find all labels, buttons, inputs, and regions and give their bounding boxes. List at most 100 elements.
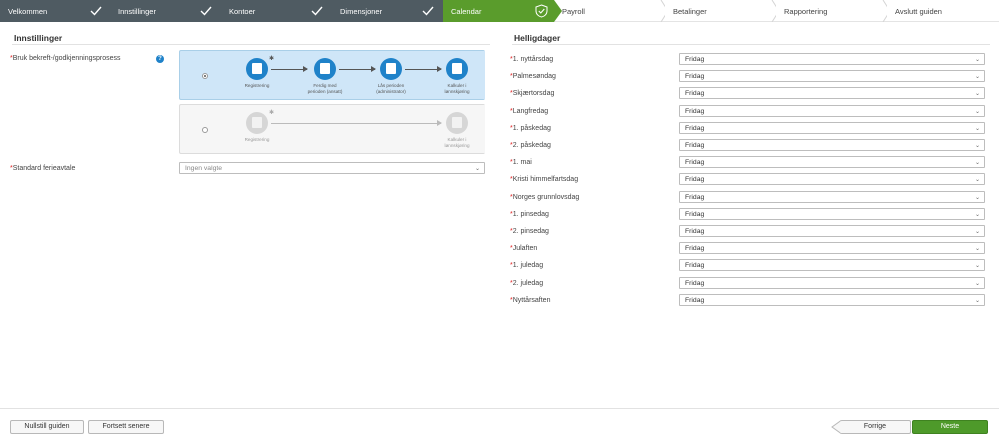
wizard-step-bar: Velkommen Innstillinger Kontoer Dimensjo… <box>0 0 999 22</box>
check-icon <box>311 6 323 16</box>
back-button[interactable]: Forrige <box>840 420 911 434</box>
chevron-down-icon: ⌄ <box>974 177 980 184</box>
holiday-select-value: Fridag <box>685 262 705 270</box>
holiday-select-value: Fridag <box>685 245 705 253</box>
chevron-down-icon: ⌄ <box>974 194 980 201</box>
check-icon <box>90 6 102 16</box>
chevron-down-icon: ⌄ <box>474 166 480 172</box>
holiday-type-select[interactable]: Fridag ⌄ <box>679 173 985 186</box>
continue-later-button[interactable]: Fortsett senere <box>88 420 164 434</box>
approval-option-full[interactable]: ✱ Registrering Ferdig med perioden (ansa… <box>179 50 485 100</box>
check-icon <box>200 6 212 16</box>
chevron-down-icon: ⌄ <box>974 91 980 98</box>
holiday-label: *Julaften <box>510 245 538 253</box>
holiday-label: *Skjærtorsdag <box>510 90 555 98</box>
holiday-select-value: Fridag <box>685 193 705 201</box>
holiday-label: *2. pinsedag <box>510 228 549 235</box>
footer-bar: Nullstill guiden Fortsett senere Forrige… <box>0 408 999 442</box>
step-label: Kontoer <box>229 7 256 16</box>
holiday-type-select[interactable]: Fridag ⌄ <box>679 139 985 151</box>
holiday-type-select[interactable]: Fridag ⌄ <box>679 70 985 83</box>
calendar-icon <box>246 112 268 134</box>
step-label: Avslutt guiden <box>895 7 942 16</box>
holiday-select-value: Fridag <box>685 124 705 132</box>
chevron-down-icon: ⌄ <box>974 297 980 304</box>
holiday-label: *1. mai <box>510 159 532 167</box>
step-dimensjoner[interactable]: Dimensjoner <box>332 0 443 22</box>
step-rapportering[interactable]: Rapportering <box>776 0 887 22</box>
step-betalinger[interactable]: Betalinger <box>665 0 776 22</box>
holiday-type-select[interactable]: Fridag ⌄ <box>679 259 985 272</box>
reset-guide-button[interactable]: Nullstill guiden <box>10 420 84 434</box>
holiday-type-select[interactable]: Fridag ⌄ <box>679 293 985 306</box>
check-icon <box>422 6 434 16</box>
holiday-type-select[interactable]: Fridag ⌄ <box>679 156 985 169</box>
settings-title: Innstillinger <box>14 33 63 43</box>
step-label: Velkommen <box>8 7 48 16</box>
holiday-label: *Norges grunnlovsdag <box>510 193 580 201</box>
holiday-label: *1. nyttårsdag <box>510 56 554 63</box>
help-icon[interactable]: ? <box>156 55 164 63</box>
approval-option-simple-radio[interactable] <box>202 127 208 133</box>
holiday-type-select[interactable]: Fridag ⌄ <box>679 242 985 255</box>
holiday-select-value: Fridag <box>685 176 705 184</box>
step-velkommen[interactable]: Velkommen <box>0 0 110 22</box>
chevron-down-icon: ⌄ <box>974 229 980 235</box>
holiday-label: *2. påskedag <box>510 142 551 149</box>
holiday-type-select[interactable]: Fridag ⌄ <box>679 276 985 289</box>
chevron-down-icon: ⌄ <box>974 57 980 63</box>
chevron-down-icon: ⌄ <box>974 125 980 132</box>
holiday-type-select[interactable]: Fridag ⌄ <box>679 104 985 117</box>
holiday-label: *2. juledag <box>510 279 544 287</box>
holiday-label: *1. juledag <box>510 262 544 270</box>
node-caption: Registrering <box>244 83 270 88</box>
holiday-select-value: Fridag <box>685 90 705 98</box>
holiday-label: *Langfredag <box>510 107 549 115</box>
holiday-select-value: Fridag <box>685 56 705 63</box>
step-innstillinger[interactable]: Innstillinger <box>110 0 221 22</box>
calculator-icon <box>446 112 468 134</box>
calculator-icon <box>446 58 468 80</box>
holiday-label: *Kristi himmelfartsdag <box>510 176 579 184</box>
flow-arrow <box>405 66 442 72</box>
vacation-label: *Standard ferieavtale <box>10 165 76 172</box>
chevron-down-icon: ⌄ <box>974 280 980 287</box>
calendar-check-icon <box>314 58 336 80</box>
vacation-agreement-select[interactable]: Ingen valgte ⌄ <box>179 162 485 174</box>
holiday-type-select[interactable]: Fridag ⌄ <box>679 87 985 100</box>
step-label: Betalinger <box>673 7 707 16</box>
holiday-select-value: Fridag <box>685 228 705 235</box>
chevron-down-icon: ⌄ <box>974 211 980 218</box>
flow-arrow <box>271 66 308 72</box>
holiday-label: *1. påskedag <box>510 124 551 132</box>
step-kontoer[interactable]: Kontoer <box>221 0 332 22</box>
node-caption: Kalkuler i lønnskjøring <box>444 137 470 148</box>
holiday-label: *1. pinsedag <box>510 210 549 218</box>
step-payroll[interactable]: Payroll <box>554 0 665 22</box>
node-caption: Registrering <box>244 137 270 142</box>
holiday-type-select[interactable]: Fridag ⌄ <box>679 53 985 65</box>
holidays-title: Helligdager <box>514 33 561 43</box>
step-calendar[interactable]: Calendar <box>443 0 554 22</box>
chevron-down-icon: ⌄ <box>974 160 980 167</box>
calendar-icon <box>246 58 268 80</box>
node-caption: Kalkuler i lønnskjøring <box>444 83 470 94</box>
approval-flow: ✱ Registrering Ferdig med perioden (ansa… <box>235 51 485 99</box>
holiday-select-value: Fridag <box>685 73 705 81</box>
approval-option-simple[interactable]: ✱ Registrering Kalkuler i lønnskjøring <box>179 104 485 154</box>
holiday-select-value: Fridag <box>685 279 705 287</box>
holiday-label: *Nyttårsaften <box>510 296 551 304</box>
step-avslutt-guiden[interactable]: Avslutt guiden <box>887 0 999 22</box>
holiday-select-value: Fridag <box>685 107 705 115</box>
approval-option-full-radio[interactable] <box>202 73 208 79</box>
holiday-type-select[interactable]: Fridag ⌄ <box>679 207 985 220</box>
holiday-type-select[interactable]: Fridag ⌄ <box>679 225 985 237</box>
approval-flow-simple: ✱ Registrering Kalkuler i lønnskjøring <box>235 105 485 153</box>
flow-arrow <box>339 66 376 72</box>
shield-check-icon <box>535 4 548 18</box>
holiday-type-select[interactable]: Fridag ⌄ <box>679 190 985 203</box>
next-button[interactable]: Neste <box>912 420 988 434</box>
holiday-type-select[interactable]: Fridag ⌄ <box>679 121 985 134</box>
holiday-select-value: Fridag <box>685 159 705 167</box>
step-separator <box>554 0 562 22</box>
